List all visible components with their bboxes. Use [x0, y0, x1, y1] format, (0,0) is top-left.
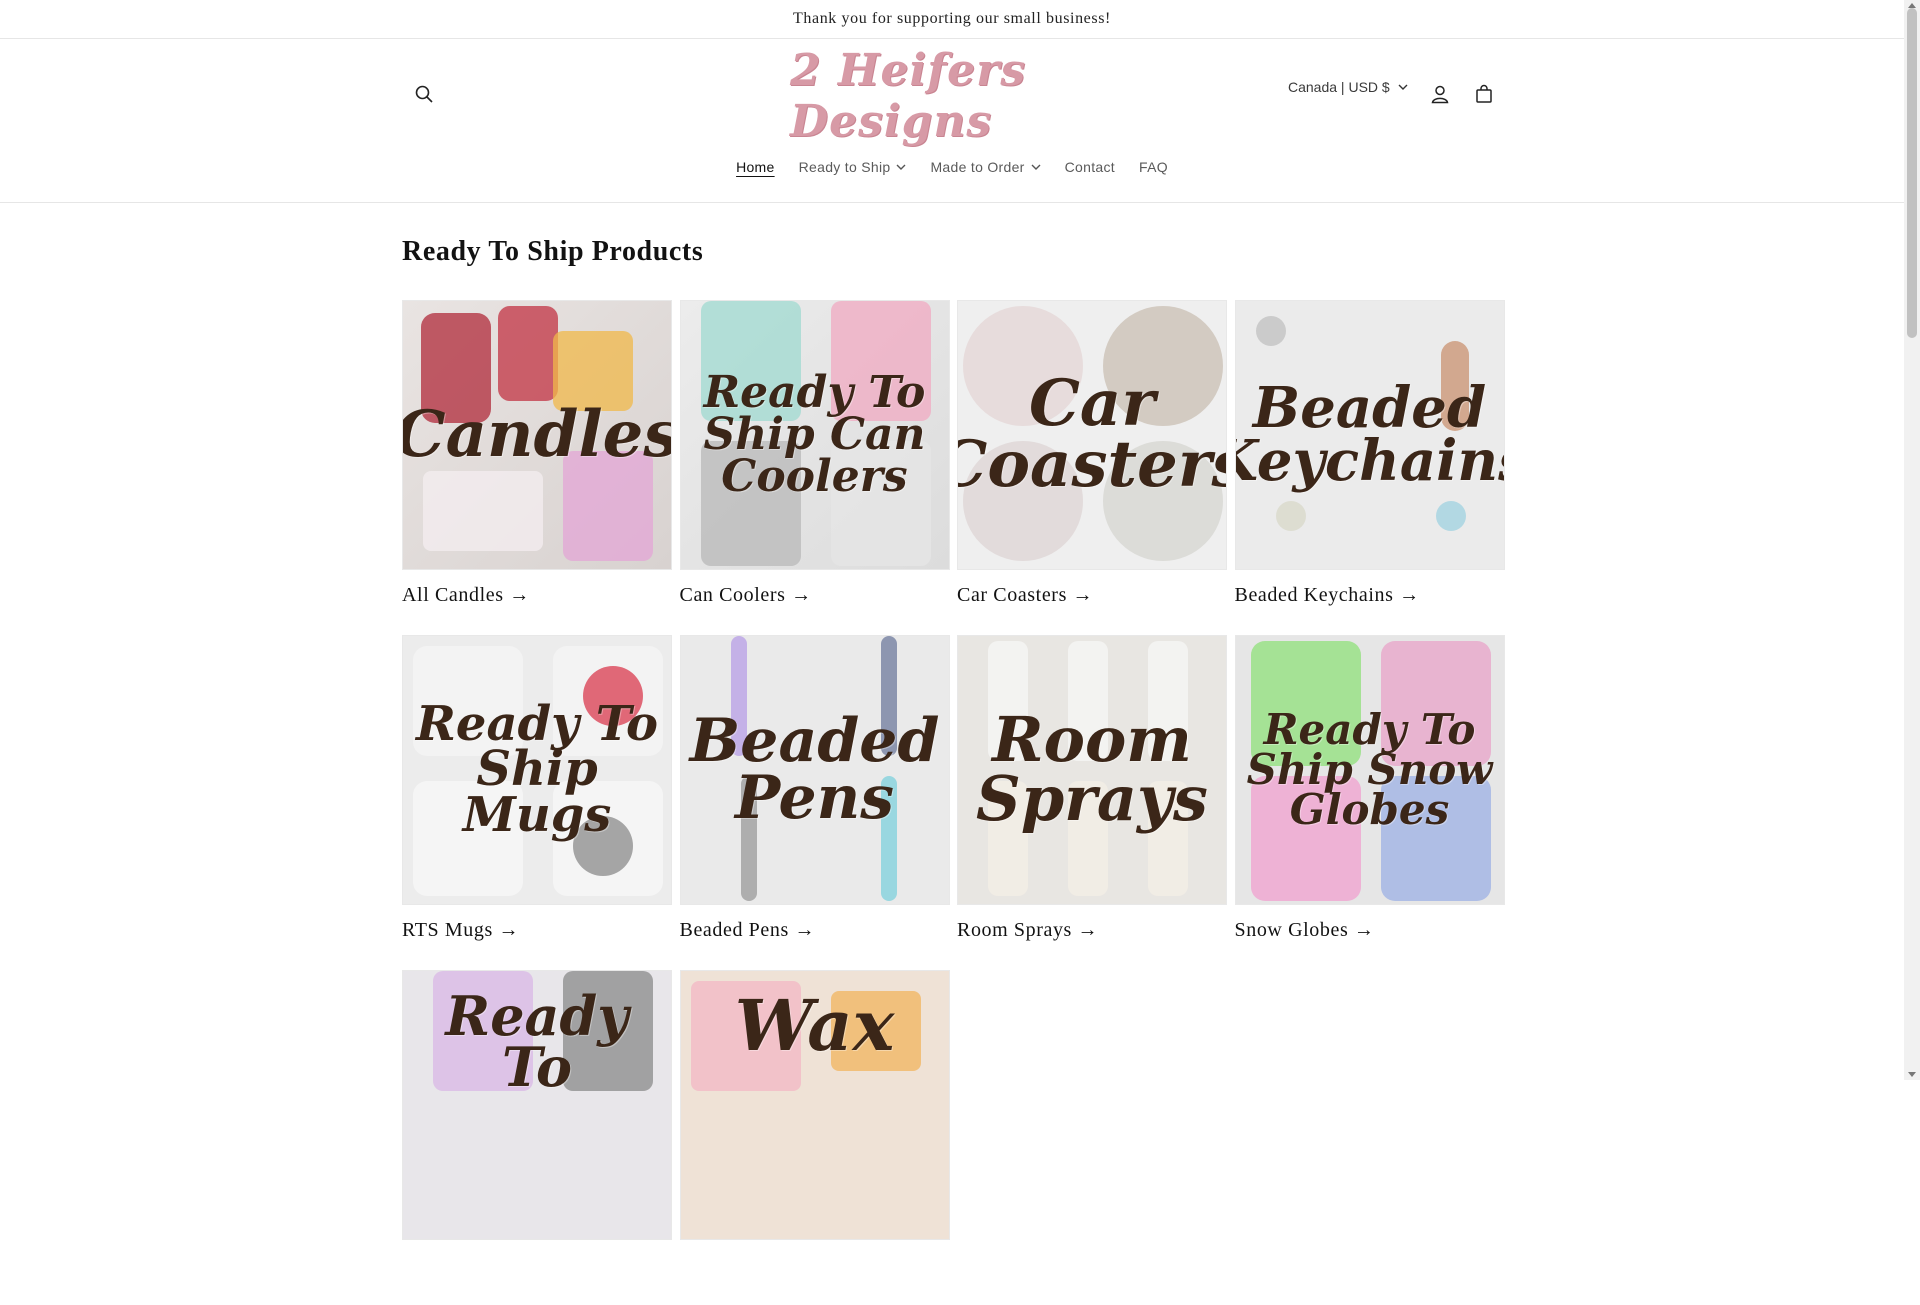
collection-card[interactable]: Ready To Ship Snow Globes Snow Globes → [1234, 635, 1505, 970]
collection-title[interactable]: All Candles → [402, 584, 672, 607]
site-logo[interactable]: 2 Heifers Designs [790, 45, 1115, 147]
page-scrollbar[interactable] [1904, 0, 1920, 1080]
scroll-down-icon[interactable] [1908, 1072, 1916, 1077]
collection-card[interactable]: Car Coasters Car Coasters → [957, 300, 1227, 635]
account-button[interactable] [1420, 74, 1460, 114]
nav-label: Contact [1064, 159, 1115, 175]
site-header: 2 Heifers Designs Canada | USD $ Home Re… [0, 39, 1904, 203]
search-button[interactable] [404, 74, 444, 114]
collection-card[interactable]: Beaded Pens Beaded Pens → [679, 635, 950, 970]
collection-overlay-text: Ready To Ship Can Coolers [703, 367, 926, 502]
nav-label: Made to Order [930, 159, 1025, 175]
collection-title[interactable]: Beaded Pens → [680, 919, 950, 942]
collection-title[interactable]: Snow Globes → [1235, 919, 1505, 942]
collection-title[interactable]: Beaded Keychains → [1235, 584, 1505, 607]
collection-image: Wax [679, 970, 950, 1240]
chevron-down-icon [1398, 84, 1408, 90]
main-nav: Home Ready to Ship Made to Order Contact… [0, 152, 1904, 182]
nav-item-faq[interactable]: FAQ [1127, 159, 1180, 175]
collection-overlay-text: Ready To [445, 984, 629, 1100]
collection-image: Ready To Ship Snow Globes [1234, 635, 1505, 905]
nav-label: FAQ [1139, 159, 1168, 175]
collection-card[interactable]: Ready To Ship Can Coolers Can Coolers → [679, 300, 950, 635]
collection-overlay-text: Beaded Keychains [1236, 374, 1504, 494]
collection-overlay-text: Beaded Pens [689, 706, 940, 833]
collection-card[interactable]: Beaded Keychains Beaded Keychains → [1234, 300, 1505, 635]
nav-label: Ready to Ship [798, 159, 891, 175]
collection-card[interactable]: Room Sprays Room Sprays → [957, 635, 1227, 970]
collection-title[interactable]: Room Sprays → [957, 919, 1227, 942]
section-title: Ready To Ship Products [402, 236, 704, 267]
collection-title[interactable]: Car Coasters → [957, 584, 1227, 607]
collection-image: Beaded Pens [679, 635, 950, 905]
search-icon [415, 85, 433, 103]
cart-button[interactable] [1464, 74, 1504, 114]
scroll-thumb[interactable] [1907, 8, 1917, 338]
collection-title[interactable]: RTS Mugs → [402, 919, 672, 942]
chevron-down-icon [1031, 164, 1041, 170]
account-icon [1431, 85, 1449, 104]
collection-image: Ready To Ship Mugs [402, 635, 672, 905]
collection-card[interactable]: Ready To Ship Mugs RTS Mugs → [402, 635, 672, 970]
collection-card[interactable]: Wax [679, 970, 950, 1305]
collection-image: Beaded Keychains [1234, 300, 1505, 570]
collection-overlay-text: Wax [734, 984, 895, 1067]
collection-image: Ready To Ship Can Coolers [679, 300, 950, 570]
collection-card[interactable]: Candles All Candles → [402, 300, 672, 635]
nav-item-home[interactable]: Home [724, 159, 787, 175]
collection-image: Candles [402, 300, 672, 570]
collection-title[interactable]: Can Coolers → [680, 584, 950, 607]
collection-image: Ready To [402, 970, 672, 1240]
locale-label: Canada | USD $ [1288, 79, 1390, 95]
announcement-bar: Thank you for supporting our small busin… [0, 0, 1904, 39]
logo-text: 2 Heifers Designs [790, 45, 1027, 147]
collection-overlay-text: Car Coasters [958, 366, 1226, 502]
announcement-text: Thank you for supporting our small busin… [793, 10, 1111, 27]
chevron-down-icon [896, 164, 906, 170]
nav-item-made-to-order[interactable]: Made to Order [918, 159, 1052, 175]
nav-item-ready-to-ship[interactable]: Ready to Ship [787, 159, 919, 175]
collection-image: Car Coasters [957, 300, 1227, 570]
collection-overlay-text: Room Sprays [976, 703, 1208, 835]
collection-image: Room Sprays [957, 635, 1227, 905]
collection-overlay-text: Ready To Ship Mugs [416, 695, 658, 843]
collection-overlay-text: Candles [402, 396, 672, 472]
collection-overlay-text: Ready To Ship Snow Globes [1246, 705, 1493, 834]
locale-selector[interactable]: Canada | USD $ [1288, 77, 1408, 97]
cart-icon [1476, 84, 1492, 103]
nav-label: Home [736, 159, 775, 175]
collection-card[interactable]: Ready To [402, 970, 672, 1305]
nav-item-contact[interactable]: Contact [1053, 159, 1127, 175]
collection-grid: Candles All Candles → Ready To Ship Can … [402, 300, 1505, 1305]
